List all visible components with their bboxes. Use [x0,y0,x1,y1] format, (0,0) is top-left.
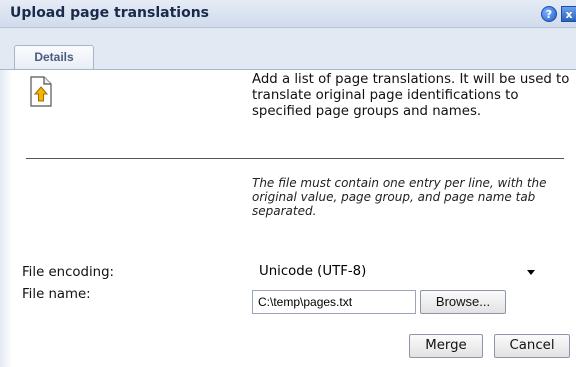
file-name-input[interactable]: C:\temp\pages.txt [252,290,416,314]
file-upload-icon [30,76,52,107]
help-icon[interactable]: ? [541,6,557,22]
file-format-note: The file must contain one entry per line… [252,176,547,218]
cancel-button[interactable]: Cancel [494,334,570,358]
merge-button[interactable]: Merge [409,334,483,358]
tab-strip: Details [0,28,576,70]
file-name-label: File name: [22,287,91,302]
chevron-down-icon[interactable] [527,270,535,275]
intro-text: Add a list of page translations. It will… [252,72,570,119]
file-encoding-select[interactable]: Unicode (UTF-8) [252,261,544,283]
file-encoding-value: Unicode (UTF-8) [259,264,367,279]
browse-button[interactable]: Browse... [420,290,506,314]
file-encoding-label: File encoding: [22,265,115,280]
tab-details[interactable]: Details [14,45,94,69]
divider [26,158,564,159]
dialog-left-border [0,70,12,367]
dialog-titlebar: Upload page translations ? x [0,0,576,28]
close-icon[interactable]: x [561,6,576,22]
dialog-title: Upload page translations [10,5,210,21]
